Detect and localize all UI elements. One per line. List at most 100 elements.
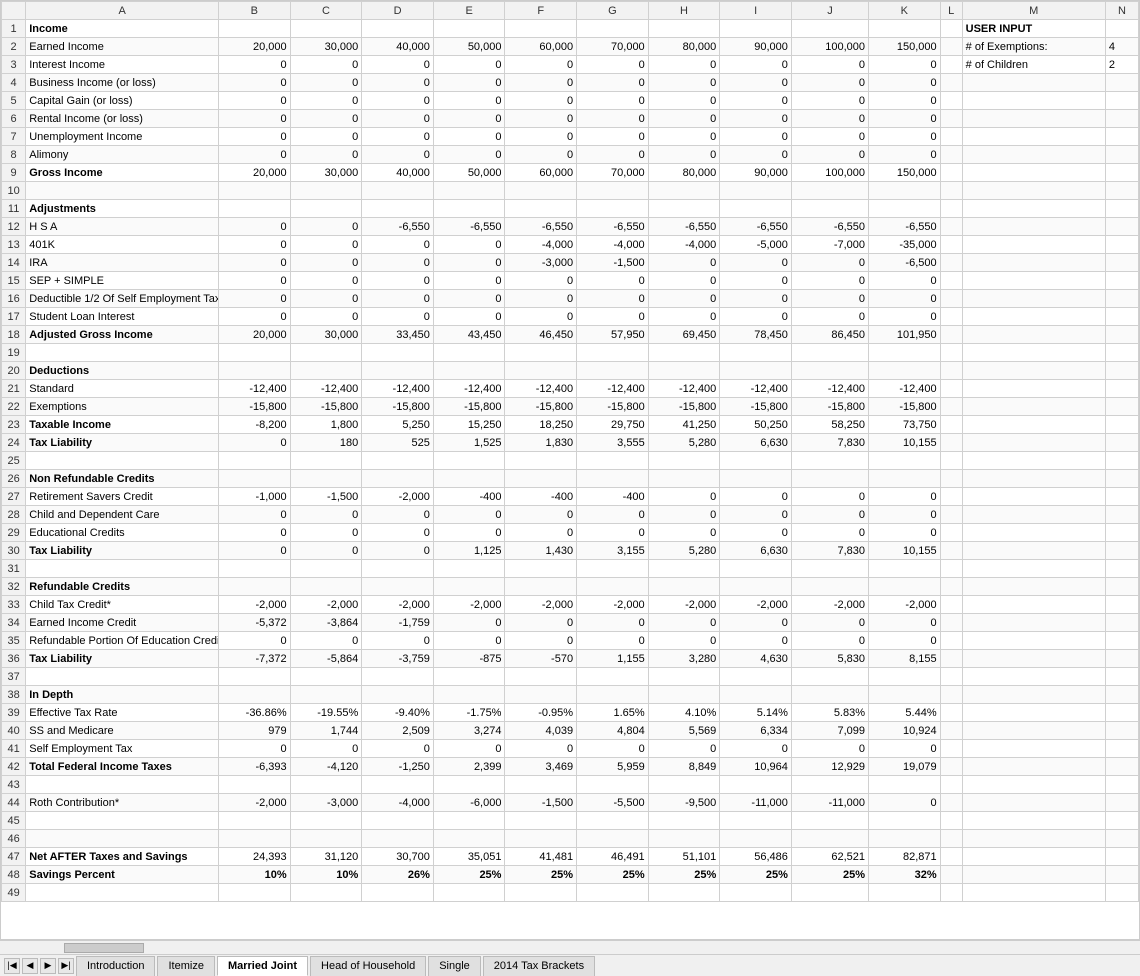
cell-b[interactable]: -36.86%: [219, 704, 291, 722]
cell-f[interactable]: [505, 578, 577, 596]
cell-d[interactable]: -1,759: [362, 614, 434, 632]
cell-g[interactable]: 0: [577, 614, 649, 632]
cell-g[interactable]: 0: [577, 506, 649, 524]
scroll-bar-area[interactable]: [0, 940, 1140, 954]
cell-j[interactable]: 0: [791, 146, 868, 164]
cell-a[interactable]: Interest Income: [26, 56, 219, 74]
cell-b[interactable]: -6,393: [219, 758, 291, 776]
cell-i[interactable]: 78,450: [720, 326, 792, 344]
tab-nav-btn-first[interactable]: |◀: [4, 958, 20, 974]
cell-e[interactable]: 25%: [433, 866, 505, 884]
cell-e[interactable]: 0: [433, 308, 505, 326]
cell-e[interactable]: -12,400: [433, 380, 505, 398]
cell-g[interactable]: [577, 560, 649, 578]
cell-f[interactable]: -3,000: [505, 254, 577, 272]
cell-h[interactable]: 69,450: [648, 326, 720, 344]
cell-k[interactable]: 32%: [869, 866, 941, 884]
cell-k[interactable]: 0: [869, 146, 941, 164]
cell-a[interactable]: [26, 560, 219, 578]
cell-b[interactable]: 20,000: [219, 164, 291, 182]
cell-h[interactable]: 5,280: [648, 542, 720, 560]
cell-c[interactable]: 0: [290, 506, 362, 524]
cell-e[interactable]: 0: [433, 92, 505, 110]
cell-g[interactable]: [577, 344, 649, 362]
cell-i[interactable]: 0: [720, 56, 792, 74]
cell-e[interactable]: [433, 182, 505, 200]
cell-k[interactable]: 101,950: [869, 326, 941, 344]
cell-g[interactable]: 0: [577, 146, 649, 164]
cell-b[interactable]: -12,400: [219, 380, 291, 398]
cell-j[interactable]: -6,550: [791, 218, 868, 236]
cell-f[interactable]: [505, 200, 577, 218]
cell-b[interactable]: 0: [219, 218, 291, 236]
cell-g[interactable]: [577, 686, 649, 704]
cell-c[interactable]: 0: [290, 218, 362, 236]
cell-f[interactable]: [505, 668, 577, 686]
cell-e[interactable]: [433, 578, 505, 596]
cell-j[interactable]: 62,521: [791, 848, 868, 866]
cell-g[interactable]: 0: [577, 74, 649, 92]
cell-k[interactable]: -2,000: [869, 596, 941, 614]
cell-f[interactable]: 0: [505, 290, 577, 308]
cell-i[interactable]: -11,000: [720, 794, 792, 812]
cell-d[interactable]: 0: [362, 308, 434, 326]
cell-a[interactable]: Self Employment Tax: [26, 740, 219, 758]
cell-d[interactable]: 0: [362, 740, 434, 758]
cell-e[interactable]: 0: [433, 614, 505, 632]
cell-i[interactable]: [720, 362, 792, 380]
cell-k[interactable]: 0: [869, 506, 941, 524]
cell-e[interactable]: -1.75%: [433, 704, 505, 722]
cell-e[interactable]: 0: [433, 236, 505, 254]
cell-h[interactable]: 0: [648, 290, 720, 308]
cell-i[interactable]: 0: [720, 614, 792, 632]
cell-i[interactable]: 25%: [720, 866, 792, 884]
cell-g[interactable]: -2,000: [577, 596, 649, 614]
cell-b[interactable]: 0: [219, 92, 291, 110]
cell-d[interactable]: [362, 776, 434, 794]
cell-j[interactable]: 86,450: [791, 326, 868, 344]
cell-a[interactable]: Refundable Credits: [26, 578, 219, 596]
cell-b[interactable]: 979: [219, 722, 291, 740]
cell-j[interactable]: 7,099: [791, 722, 868, 740]
tab-2014-tax-brackets[interactable]: 2014 Tax Brackets: [483, 956, 595, 976]
cell-g[interactable]: 0: [577, 740, 649, 758]
cell-b[interactable]: 0: [219, 308, 291, 326]
cell-g[interactable]: [577, 20, 649, 38]
cell-f[interactable]: [505, 452, 577, 470]
cell-c[interactable]: [290, 776, 362, 794]
cell-a[interactable]: Retirement Savers Credit: [26, 488, 219, 506]
cell-f[interactable]: -15,800: [505, 398, 577, 416]
cell-k[interactable]: 82,871: [869, 848, 941, 866]
cell-j[interactable]: 100,000: [791, 164, 868, 182]
cell-d[interactable]: [362, 452, 434, 470]
cell-d[interactable]: [362, 20, 434, 38]
cell-a[interactable]: [26, 668, 219, 686]
cell-f[interactable]: [505, 362, 577, 380]
cell-j[interactable]: 0: [791, 56, 868, 74]
cell-h[interactable]: 0: [648, 56, 720, 74]
cell-d[interactable]: -2,000: [362, 488, 434, 506]
cell-c[interactable]: 1,800: [290, 416, 362, 434]
cell-i[interactable]: 6,630: [720, 434, 792, 452]
cell-d[interactable]: -12,400: [362, 380, 434, 398]
cell-a[interactable]: Child and Dependent Care: [26, 506, 219, 524]
cell-h[interactable]: [648, 182, 720, 200]
cell-f[interactable]: 0: [505, 308, 577, 326]
cell-a[interactable]: Total Federal Income Taxes: [26, 758, 219, 776]
cell-b[interactable]: [219, 560, 291, 578]
cell-e[interactable]: 0: [433, 128, 505, 146]
cell-g[interactable]: 5,959: [577, 758, 649, 776]
tab-nav-btn-prev[interactable]: ◀: [22, 958, 38, 974]
cell-b[interactable]: 10%: [219, 866, 291, 884]
cell-c[interactable]: 0: [290, 542, 362, 560]
cell-d[interactable]: -15,800: [362, 398, 434, 416]
cell-i[interactable]: [720, 560, 792, 578]
cell-j[interactable]: [791, 182, 868, 200]
cell-f[interactable]: 18,250: [505, 416, 577, 434]
cell-c[interactable]: 0: [290, 110, 362, 128]
cell-c[interactable]: 0: [290, 128, 362, 146]
cell-a[interactable]: In Depth: [26, 686, 219, 704]
cell-k[interactable]: -12,400: [869, 380, 941, 398]
cell-g[interactable]: 0: [577, 128, 649, 146]
cell-e[interactable]: [433, 668, 505, 686]
